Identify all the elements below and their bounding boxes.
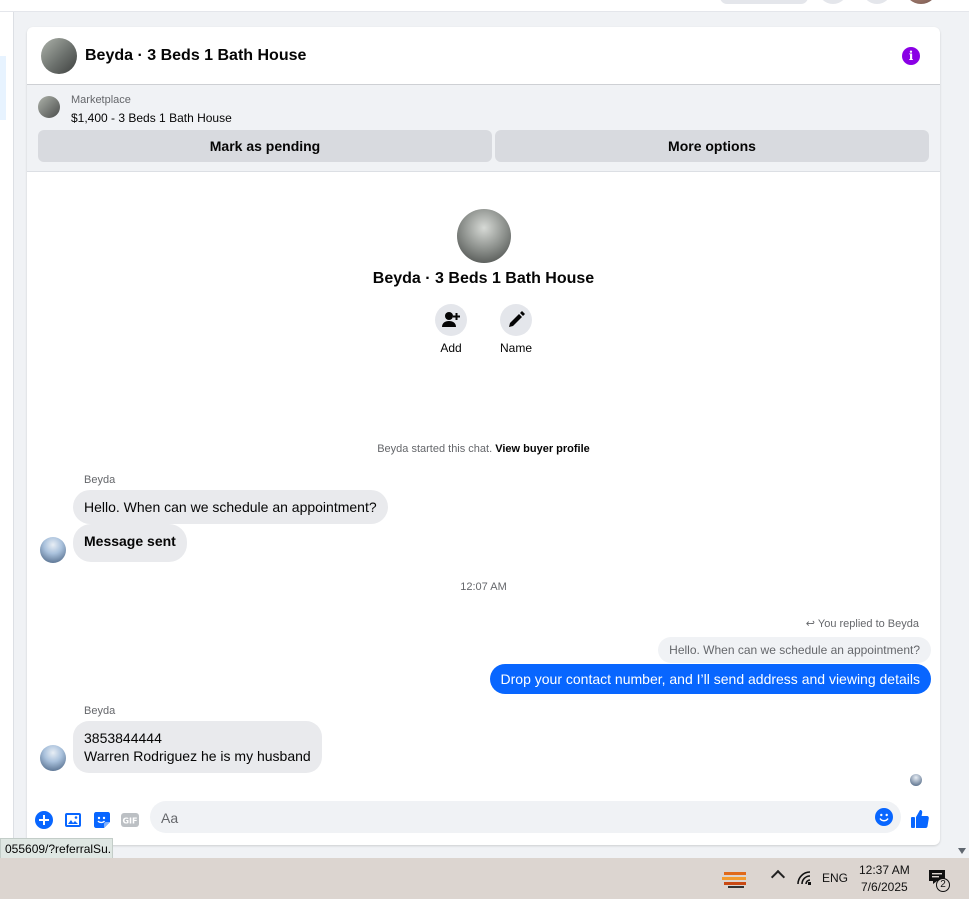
intro-avatar[interactable] (457, 209, 511, 263)
notification-count-badge: 2 (936, 878, 950, 892)
message-line: Warren Rodriguez he is my husband (84, 748, 311, 764)
clock[interactable]: 12:37 AM 7/6/2025 (859, 862, 910, 896)
more-options-button[interactable]: More options (495, 130, 929, 162)
sender-name: Beyda (84, 474, 116, 486)
add-person-icon (435, 304, 467, 336)
info-icon[interactable]: i (902, 47, 920, 65)
top-bar (0, 0, 969, 12)
incoming-message[interactable]: Hello. When can we schedule an appointme… (73, 490, 388, 524)
app-icon[interactable] (722, 868, 748, 890)
notifications-button[interactable] (862, 0, 892, 4)
listing-price[interactable]: $1,400 - 3 Beds 1 Bath House (71, 111, 232, 125)
left-rail (0, 12, 14, 858)
page-scrollbar[interactable] (955, 12, 969, 858)
view-buyer-profile-link[interactable]: View buyer profile (495, 443, 590, 455)
message-input-placeholder: Aa (161, 810, 179, 826)
chat-start-text: Beyda started this chat. (377, 443, 493, 455)
selected-indicator (0, 56, 6, 120)
language-indicator[interactable]: ENG (822, 871, 848, 885)
clock-date: 7/6/2025 (860, 880, 908, 894)
seen-receipt-avatar (910, 774, 922, 786)
emoji-icon[interactable] (875, 808, 893, 826)
network-icon[interactable] (796, 870, 814, 891)
outgoing-message[interactable]: Drop your contact number, and I’ll send … (489, 664, 931, 694)
svg-text:GIF: GIF (122, 817, 137, 826)
chat-start-notice: Beyda started this chat. View buyer prof… (27, 443, 940, 455)
thumbs-up-icon[interactable] (909, 808, 931, 830)
message-input[interactable]: Aa (150, 801, 901, 833)
reply-note-text: You replied to Beyda (817, 618, 919, 630)
clock-time: 12:37 AM (859, 863, 910, 877)
chat-title[interactable]: Beyda · 3 Beds 1 Bath House (85, 47, 306, 65)
message-timestamp: 12:07 AM (460, 581, 507, 593)
replied-message-quote[interactable]: Hello. When can we schedule an appointme… (658, 637, 931, 663)
sender-avatar[interactable] (40, 745, 66, 771)
sender-avatar[interactable] (40, 537, 66, 563)
edit-name-button[interactable]: Name (486, 304, 546, 355)
menu-button[interactable] (818, 0, 848, 4)
reply-arrow-icon: ↩ (805, 618, 816, 630)
top-search-pill[interactable] (720, 0, 808, 4)
account-avatar[interactable] (905, 0, 937, 4)
message-line: 3853844444 (84, 730, 162, 746)
mark-as-pending-button[interactable]: Mark as pending (38, 130, 492, 162)
sticker-icon[interactable] (92, 810, 112, 830)
reply-note: ↩ You replied to Beyda (806, 617, 919, 630)
gif-icon[interactable]: GIF (120, 810, 140, 830)
add-people-button[interactable]: Add (421, 304, 481, 355)
marketplace-label: Marketplace (71, 94, 131, 106)
status-bar-url: 055609/?referralSu... (0, 838, 113, 859)
plus-icon[interactable] (34, 810, 54, 830)
intro-title: Beyda · 3 Beds 1 Bath House (372, 270, 595, 287)
name-label: Name (499, 341, 532, 355)
add-label: Add (440, 341, 462, 355)
marketplace-bar: Marketplace $1,400 - 3 Beds 1 Bath House… (27, 85, 940, 172)
listing-thumbnail[interactable] (38, 96, 60, 118)
photo-icon[interactable] (63, 810, 83, 830)
pencil-icon (500, 304, 532, 336)
chevron-up-icon[interactable] (770, 869, 786, 885)
scroll-down-arrow-icon[interactable] (958, 848, 966, 854)
chat-panel: Beyda · 3 Beds 1 Bath House i Marketplac… (27, 27, 940, 845)
incoming-message[interactable]: Message sent (73, 524, 187, 562)
taskbar: ENG 12:37 AM 7/6/2025 2 (0, 858, 969, 899)
chat-header: Beyda · 3 Beds 1 Bath House i (27, 27, 940, 85)
chat-avatar[interactable] (41, 38, 77, 74)
incoming-message[interactable]: 3853844444 Warren Rodriguez he is my hus… (73, 721, 322, 773)
composer: GIF Aa (27, 797, 940, 845)
sender-name: Beyda (84, 705, 116, 717)
